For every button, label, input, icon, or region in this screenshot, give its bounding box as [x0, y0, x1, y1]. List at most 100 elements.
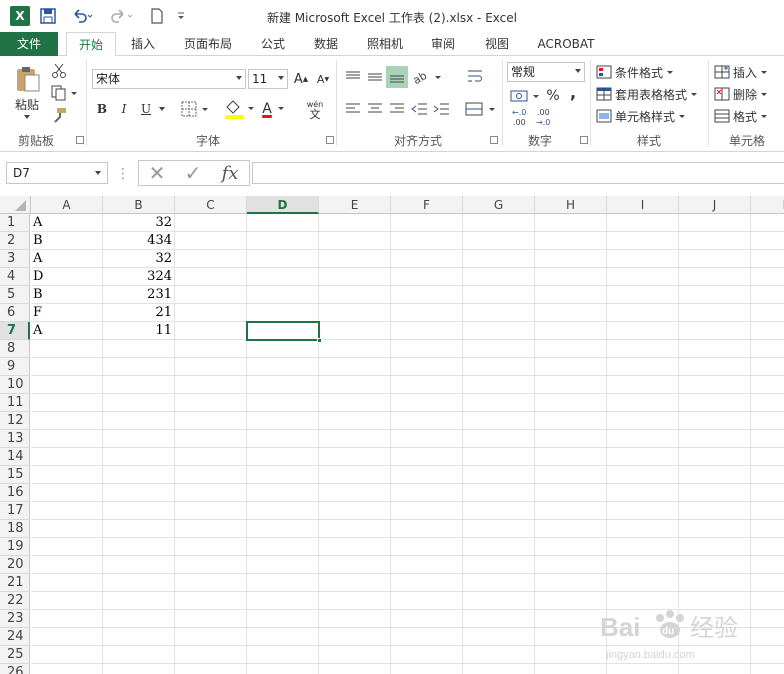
cell-i7[interactable] — [607, 322, 679, 340]
decrease-indent-icon[interactable] — [410, 100, 428, 118]
name-box[interactable]: D7 — [6, 162, 108, 184]
cell-c8[interactable] — [175, 340, 247, 358]
cell-i15[interactable] — [607, 466, 679, 484]
cell-h16[interactable] — [535, 484, 607, 502]
column-header-e[interactable]: E — [319, 196, 391, 214]
cell-b4[interactable]: 324 — [103, 268, 175, 286]
cell-h11[interactable] — [535, 394, 607, 412]
cell-g25[interactable] — [463, 646, 535, 664]
cell-f7[interactable] — [391, 322, 463, 340]
cell-f13[interactable] — [391, 430, 463, 448]
percent-style-button[interactable]: % — [544, 86, 562, 106]
cell-f4[interactable] — [391, 268, 463, 286]
fill-color-button[interactable] — [222, 98, 256, 120]
row-header-24[interactable]: 24 — [0, 628, 30, 646]
cell-a3[interactable]: A — [31, 250, 103, 268]
cell-b5[interactable]: 231 — [103, 286, 175, 304]
cell-h19[interactable] — [535, 538, 607, 556]
cell-j19[interactable] — [679, 538, 751, 556]
cell-c9[interactable] — [175, 358, 247, 376]
wrap-text-icon[interactable] — [464, 66, 486, 88]
row-header-19[interactable]: 19 — [0, 538, 30, 556]
cell-k13[interactable] — [751, 430, 784, 448]
cell-j11[interactable] — [679, 394, 751, 412]
font-name-select[interactable]: 宋体 — [92, 69, 246, 89]
cell-g18[interactable] — [463, 520, 535, 538]
cell-i19[interactable] — [607, 538, 679, 556]
cell-f8[interactable] — [391, 340, 463, 358]
cell-c2[interactable] — [175, 232, 247, 250]
row-header-4[interactable]: 4 — [0, 268, 30, 286]
cell-h15[interactable] — [535, 466, 607, 484]
cell-d26[interactable] — [247, 664, 319, 674]
column-header-b[interactable]: B — [103, 196, 175, 214]
cell-j14[interactable] — [679, 448, 751, 466]
cell-h5[interactable] — [535, 286, 607, 304]
cell-i8[interactable] — [607, 340, 679, 358]
cell-e25[interactable] — [319, 646, 391, 664]
column-header-a[interactable]: A — [31, 196, 103, 214]
cell-a19[interactable] — [31, 538, 103, 556]
cell-g23[interactable] — [463, 610, 535, 628]
cell-k8[interactable] — [751, 340, 784, 358]
tab-view[interactable]: 视图 — [478, 32, 516, 56]
cell-h14[interactable] — [535, 448, 607, 466]
cell-h17[interactable] — [535, 502, 607, 520]
column-header-i[interactable]: I — [607, 196, 679, 214]
font-color-button[interactable]: A — [258, 98, 290, 120]
enter-entry-button[interactable]: ✓ — [180, 161, 206, 185]
format-cells-button[interactable]: 格式 — [714, 106, 780, 126]
cell-j2[interactable] — [679, 232, 751, 250]
cell-e2[interactable] — [319, 232, 391, 250]
cell-b21[interactable] — [103, 574, 175, 592]
cell-i5[interactable] — [607, 286, 679, 304]
cell-j3[interactable] — [679, 250, 751, 268]
cell-j13[interactable] — [679, 430, 751, 448]
cell-j1[interactable] — [679, 214, 751, 232]
cell-d15[interactable] — [247, 466, 319, 484]
cell-d13[interactable] — [247, 430, 319, 448]
cell-e21[interactable] — [319, 574, 391, 592]
cell-k16[interactable] — [751, 484, 784, 502]
cell-c12[interactable] — [175, 412, 247, 430]
cell-a17[interactable] — [31, 502, 103, 520]
cell-h4[interactable] — [535, 268, 607, 286]
cell-e20[interactable] — [319, 556, 391, 574]
cell-h24[interactable] — [535, 628, 607, 646]
row-header-8[interactable]: 8 — [0, 340, 30, 358]
cell-g26[interactable] — [463, 664, 535, 674]
decrease-decimal-icon[interactable]: .00 →.0 — [534, 106, 556, 128]
clipboard-launcher-icon[interactable] — [76, 136, 84, 144]
cell-j4[interactable] — [679, 268, 751, 286]
tab-camera[interactable]: 照相机 — [360, 32, 410, 56]
tab-file[interactable]: 文件 — [0, 32, 58, 56]
row-header-14[interactable]: 14 — [0, 448, 30, 466]
cell-c24[interactable] — [175, 628, 247, 646]
cell-i18[interactable] — [607, 520, 679, 538]
cell-d2[interactable] — [247, 232, 319, 250]
cell-j18[interactable] — [679, 520, 751, 538]
cell-c6[interactable] — [175, 304, 247, 322]
row-header-12[interactable]: 12 — [0, 412, 30, 430]
cell-a12[interactable] — [31, 412, 103, 430]
cell-b15[interactable] — [103, 466, 175, 484]
cell-g10[interactable] — [463, 376, 535, 394]
row-header-20[interactable]: 20 — [0, 556, 30, 574]
cell-d23[interactable] — [247, 610, 319, 628]
cell-f17[interactable] — [391, 502, 463, 520]
cell-a18[interactable] — [31, 520, 103, 538]
cell-d14[interactable] — [247, 448, 319, 466]
cell-e13[interactable] — [319, 430, 391, 448]
cell-g24[interactable] — [463, 628, 535, 646]
cell-g21[interactable] — [463, 574, 535, 592]
cell-k18[interactable] — [751, 520, 784, 538]
cell-g8[interactable] — [463, 340, 535, 358]
cell-e17[interactable] — [319, 502, 391, 520]
cell-h23[interactable] — [535, 610, 607, 628]
cell-a5[interactable]: B — [31, 286, 103, 304]
cell-k20[interactable] — [751, 556, 784, 574]
cell-j20[interactable] — [679, 556, 751, 574]
cell-g11[interactable] — [463, 394, 535, 412]
cell-k6[interactable] — [751, 304, 784, 322]
cancel-entry-button[interactable]: ✕ — [144, 161, 170, 185]
